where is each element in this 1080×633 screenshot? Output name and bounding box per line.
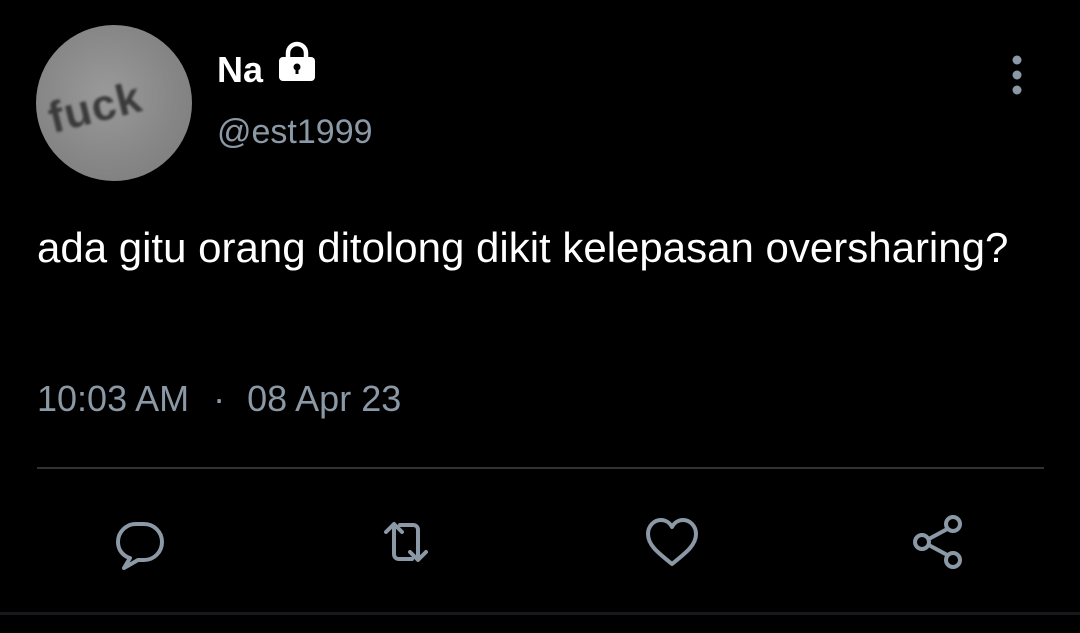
comment-icon [116,522,164,570]
user-handle[interactable]: @est1999 [217,112,373,152]
more-options-icon[interactable] [1002,52,1032,98]
avatar-image-text: fuck [43,72,147,143]
tweet-date[interactable]: 08 Apr 23 [247,378,401,419]
avatar[interactable]: fuck [36,25,192,181]
divider [37,467,1044,469]
share-button[interactable] [906,510,970,574]
tweet-text: ada gitu orang ditolong dikit kelepasan … [37,224,1009,271]
retweet-button[interactable] [374,510,438,574]
meta-separator: · [213,378,226,419]
share-icon [913,515,962,569]
display-name[interactable]: Na [217,50,263,90]
tweet-card: fuck Na @est1999 ada gitu orang ditolong… [0,0,1080,633]
tweet-time[interactable]: 10:03 AM [37,378,189,419]
reply-button[interactable] [108,510,172,574]
bottom-divider [0,612,1080,615]
retweet-icon [384,522,428,562]
like-button[interactable] [640,510,704,574]
lock-icon [274,40,320,84]
heart-icon [646,518,698,566]
tweet-meta: 10:03 AM · 08 Apr 23 [37,377,401,421]
